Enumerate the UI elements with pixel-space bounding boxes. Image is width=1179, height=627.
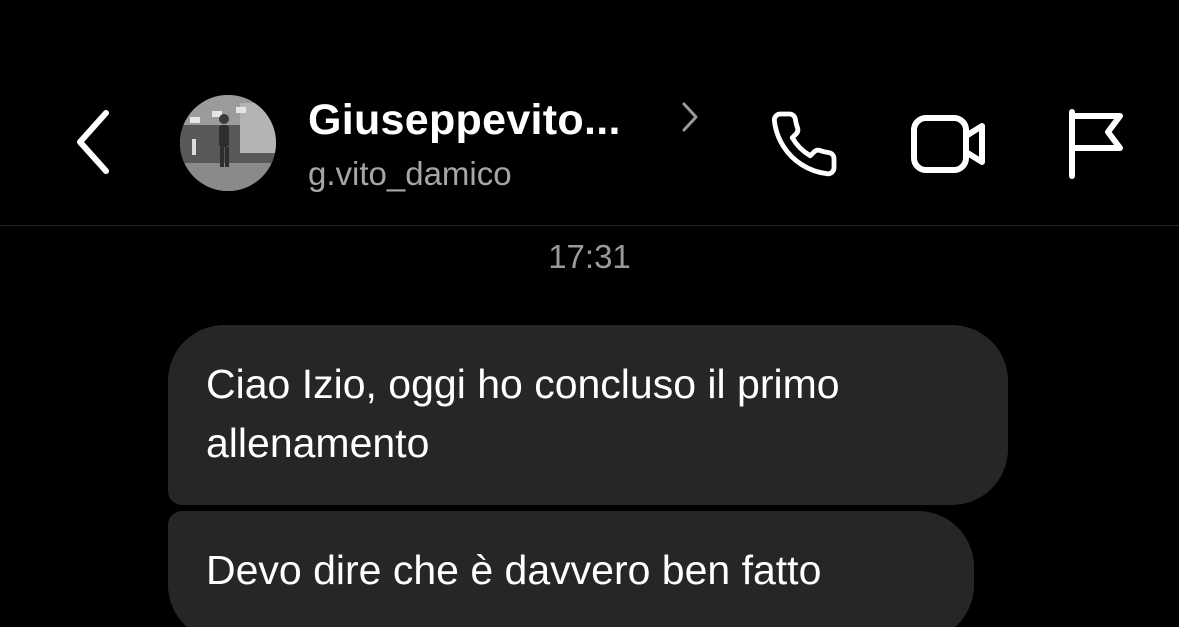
- chevron-left-icon: [77, 110, 109, 174]
- contact-username: g.vito_damico: [308, 155, 512, 192]
- back-button[interactable]: [62, 100, 126, 184]
- message-timestamp: 17:31: [548, 238, 631, 275]
- flag-icon: [1069, 109, 1123, 179]
- contact-title[interactable]: Giuseppevito... g.vito_damico: [308, 92, 728, 202]
- phone-icon: [771, 111, 837, 177]
- header-divider: [0, 225, 1179, 226]
- report-button[interactable]: [1058, 104, 1130, 184]
- message-bubble[interactable]: Devo dire che è davvero ben fatto: [168, 511, 974, 627]
- message-bubble[interactable]: Ciao Izio, oggi ho concluso il primo all…: [168, 325, 1008, 505]
- contact-name: Giuseppevito...: [308, 96, 621, 144]
- avatar-photo: [180, 95, 276, 191]
- video-camera-icon: [911, 115, 985, 173]
- call-button[interactable]: [764, 104, 844, 184]
- video-call-button[interactable]: [906, 104, 992, 184]
- chevron-right-icon: [682, 102, 698, 132]
- chat-header: Giuseppevito... g.vito_damico: [0, 0, 1179, 225]
- avatar[interactable]: [180, 95, 276, 191]
- chat-screen: Giuseppevito... g.vito_damico 17:31 Ciao…: [0, 0, 1179, 627]
